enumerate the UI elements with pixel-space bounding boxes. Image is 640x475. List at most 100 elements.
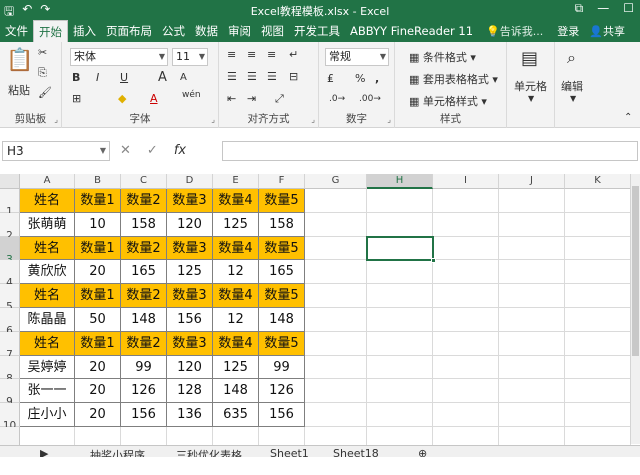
align-top-icon[interactable]: ≡ [227, 48, 236, 61]
row-header[interactable]: 1 [0, 189, 20, 218]
minimize-icon[interactable]: — [597, 1, 609, 16]
enter-icon[interactable]: ✓ [147, 143, 158, 158]
cell[interactable] [565, 189, 631, 213]
data-cell[interactable]: 126 [121, 379, 167, 404]
search-icon[interactable]: ⌕ [567, 48, 576, 68]
cell[interactable] [305, 355, 367, 380]
data-cell[interactable]: 165 [259, 260, 305, 285]
align-bottom-icon[interactable]: ≡ [267, 48, 276, 61]
data-cell[interactable]: 张一一 [20, 379, 75, 404]
data-cell[interactable]: 20 [75, 403, 121, 427]
tab-4[interactable]: 公式 [157, 20, 190, 42]
tab-9[interactable]: ABBYY FineReader 11 [345, 20, 478, 42]
data-cell[interactable]: 12 [213, 308, 259, 332]
row-header[interactable]: 6 [0, 308, 20, 337]
header-cell[interactable]: 数量1 [75, 189, 121, 213]
cell[interactable] [499, 379, 565, 404]
cell[interactable] [565, 355, 631, 380]
header-cell[interactable]: 数量4 [213, 236, 259, 261]
decrease-decimal-icon[interactable]: .00→ [359, 94, 381, 104]
cell[interactable] [565, 308, 631, 332]
data-cell[interactable]: 635 [213, 403, 259, 427]
cells-button[interactable]: 单元格 [514, 78, 547, 94]
data-cell[interactable]: 148 [121, 308, 167, 332]
data-cell[interactable]: 125 [167, 260, 213, 285]
data-cell[interactable]: 20 [75, 355, 121, 380]
editing-button[interactable]: 编辑 [561, 78, 583, 94]
cell[interactable] [565, 236, 631, 261]
cell[interactable] [433, 236, 499, 261]
cell[interactable] [565, 403, 631, 427]
data-cell[interactable]: 125 [213, 355, 259, 380]
header-cell[interactable]: 数量4 [213, 189, 259, 213]
data-cell[interactable]: 158 [121, 212, 167, 237]
header-cell[interactable]: 数量2 [121, 189, 167, 213]
cell[interactable] [305, 403, 367, 427]
row-header[interactable]: 9 [0, 379, 20, 408]
header-cell[interactable]: 数量5 [259, 236, 305, 261]
cut-icon[interactable]: ✂ [38, 46, 47, 59]
conditional-format-button[interactable]: ▦ 条件格式 ▾ [409, 49, 476, 65]
data-cell[interactable]: 156 [167, 308, 213, 332]
data-cell[interactable]: 99 [121, 355, 167, 380]
data-cell[interactable]: 125 [213, 212, 259, 237]
data-cell[interactable]: 128 [167, 379, 213, 404]
data-cell[interactable]: 10 [75, 212, 121, 237]
tab-5[interactable]: 数据 [190, 20, 223, 42]
font-size-combo[interactable]: 11 ▼ [172, 48, 208, 66]
wrap-text-icon[interactable]: ↵ [289, 48, 298, 61]
header-cell[interactable]: 数量2 [121, 331, 167, 356]
paste-icon[interactable]: 📋 [6, 48, 33, 73]
data-cell[interactable]: 吴婷婷 [20, 355, 75, 380]
login-button[interactable]: 登录 [557, 23, 579, 39]
font-launcher-icon[interactable]: ⌟ [211, 115, 215, 124]
row-header[interactable]: 7 [0, 331, 20, 361]
header-cell[interactable]: 数量5 [259, 331, 305, 356]
alignment-launcher-icon[interactable]: ⌟ [311, 115, 315, 124]
header-cell[interactable]: 数量1 [75, 331, 121, 356]
cells-icon[interactable]: ▤ [521, 48, 538, 69]
data-cell[interactable]: 148 [259, 308, 305, 332]
orientation-icon[interactable]: ⤢ [275, 92, 284, 106]
scroll-thumb[interactable] [632, 186, 639, 356]
font-color-button[interactable]: A [150, 92, 158, 105]
sheet-tab[interactable]: Sheet18 [333, 447, 379, 457]
merge-center-icon[interactable]: ⊟ [289, 70, 298, 83]
cell[interactable] [433, 403, 499, 427]
column-header[interactable]: H [367, 174, 433, 189]
cell[interactable] [305, 379, 367, 404]
share-button[interactable]: 👤共享 [589, 23, 625, 39]
sheet-scroll-right-icon[interactable]: ▶ [40, 447, 48, 457]
data-cell[interactable]: 156 [121, 403, 167, 427]
column-header[interactable]: G [305, 174, 367, 189]
header-cell[interactable]: 姓名 [20, 284, 75, 308]
sheet-tab[interactable]: 抽奖小程序 [90, 447, 145, 457]
clipboard-launcher-icon[interactable]: ⌟ [54, 115, 58, 124]
vertical-scrollbar[interactable] [630, 174, 640, 444]
cell[interactable] [433, 379, 499, 404]
header-cell[interactable]: 数量5 [259, 189, 305, 213]
row-header[interactable]: 5 [0, 284, 20, 313]
cell[interactable] [305, 260, 367, 285]
tab-1[interactable]: 开始 [33, 20, 68, 42]
format-painter-icon[interactable]: 🖌 [38, 86, 52, 99]
header-cell[interactable]: 数量5 [259, 284, 305, 308]
align-left-icon[interactable]: ☰ [227, 70, 237, 83]
row-header[interactable]: 2 [0, 212, 20, 242]
cell[interactable] [499, 403, 565, 427]
header-cell[interactable]: 数量4 [213, 331, 259, 356]
cell[interactable] [565, 260, 631, 285]
cell[interactable] [499, 212, 565, 237]
shrink-font-button[interactable]: A [180, 72, 187, 83]
active-cell-selection[interactable] [366, 235, 436, 264]
data-cell[interactable]: 庄小小 [20, 403, 75, 427]
cell[interactable] [367, 189, 433, 213]
cell[interactable] [499, 236, 565, 261]
header-cell[interactable]: 数量4 [213, 284, 259, 308]
cell[interactable] [499, 284, 565, 308]
data-cell[interactable]: 120 [167, 355, 213, 380]
format-as-table-button[interactable]: ▦ 套用表格格式 ▾ [409, 71, 498, 87]
cell[interactable] [305, 331, 367, 356]
row-header[interactable]: 8 [0, 355, 20, 385]
cell[interactable] [305, 212, 367, 237]
